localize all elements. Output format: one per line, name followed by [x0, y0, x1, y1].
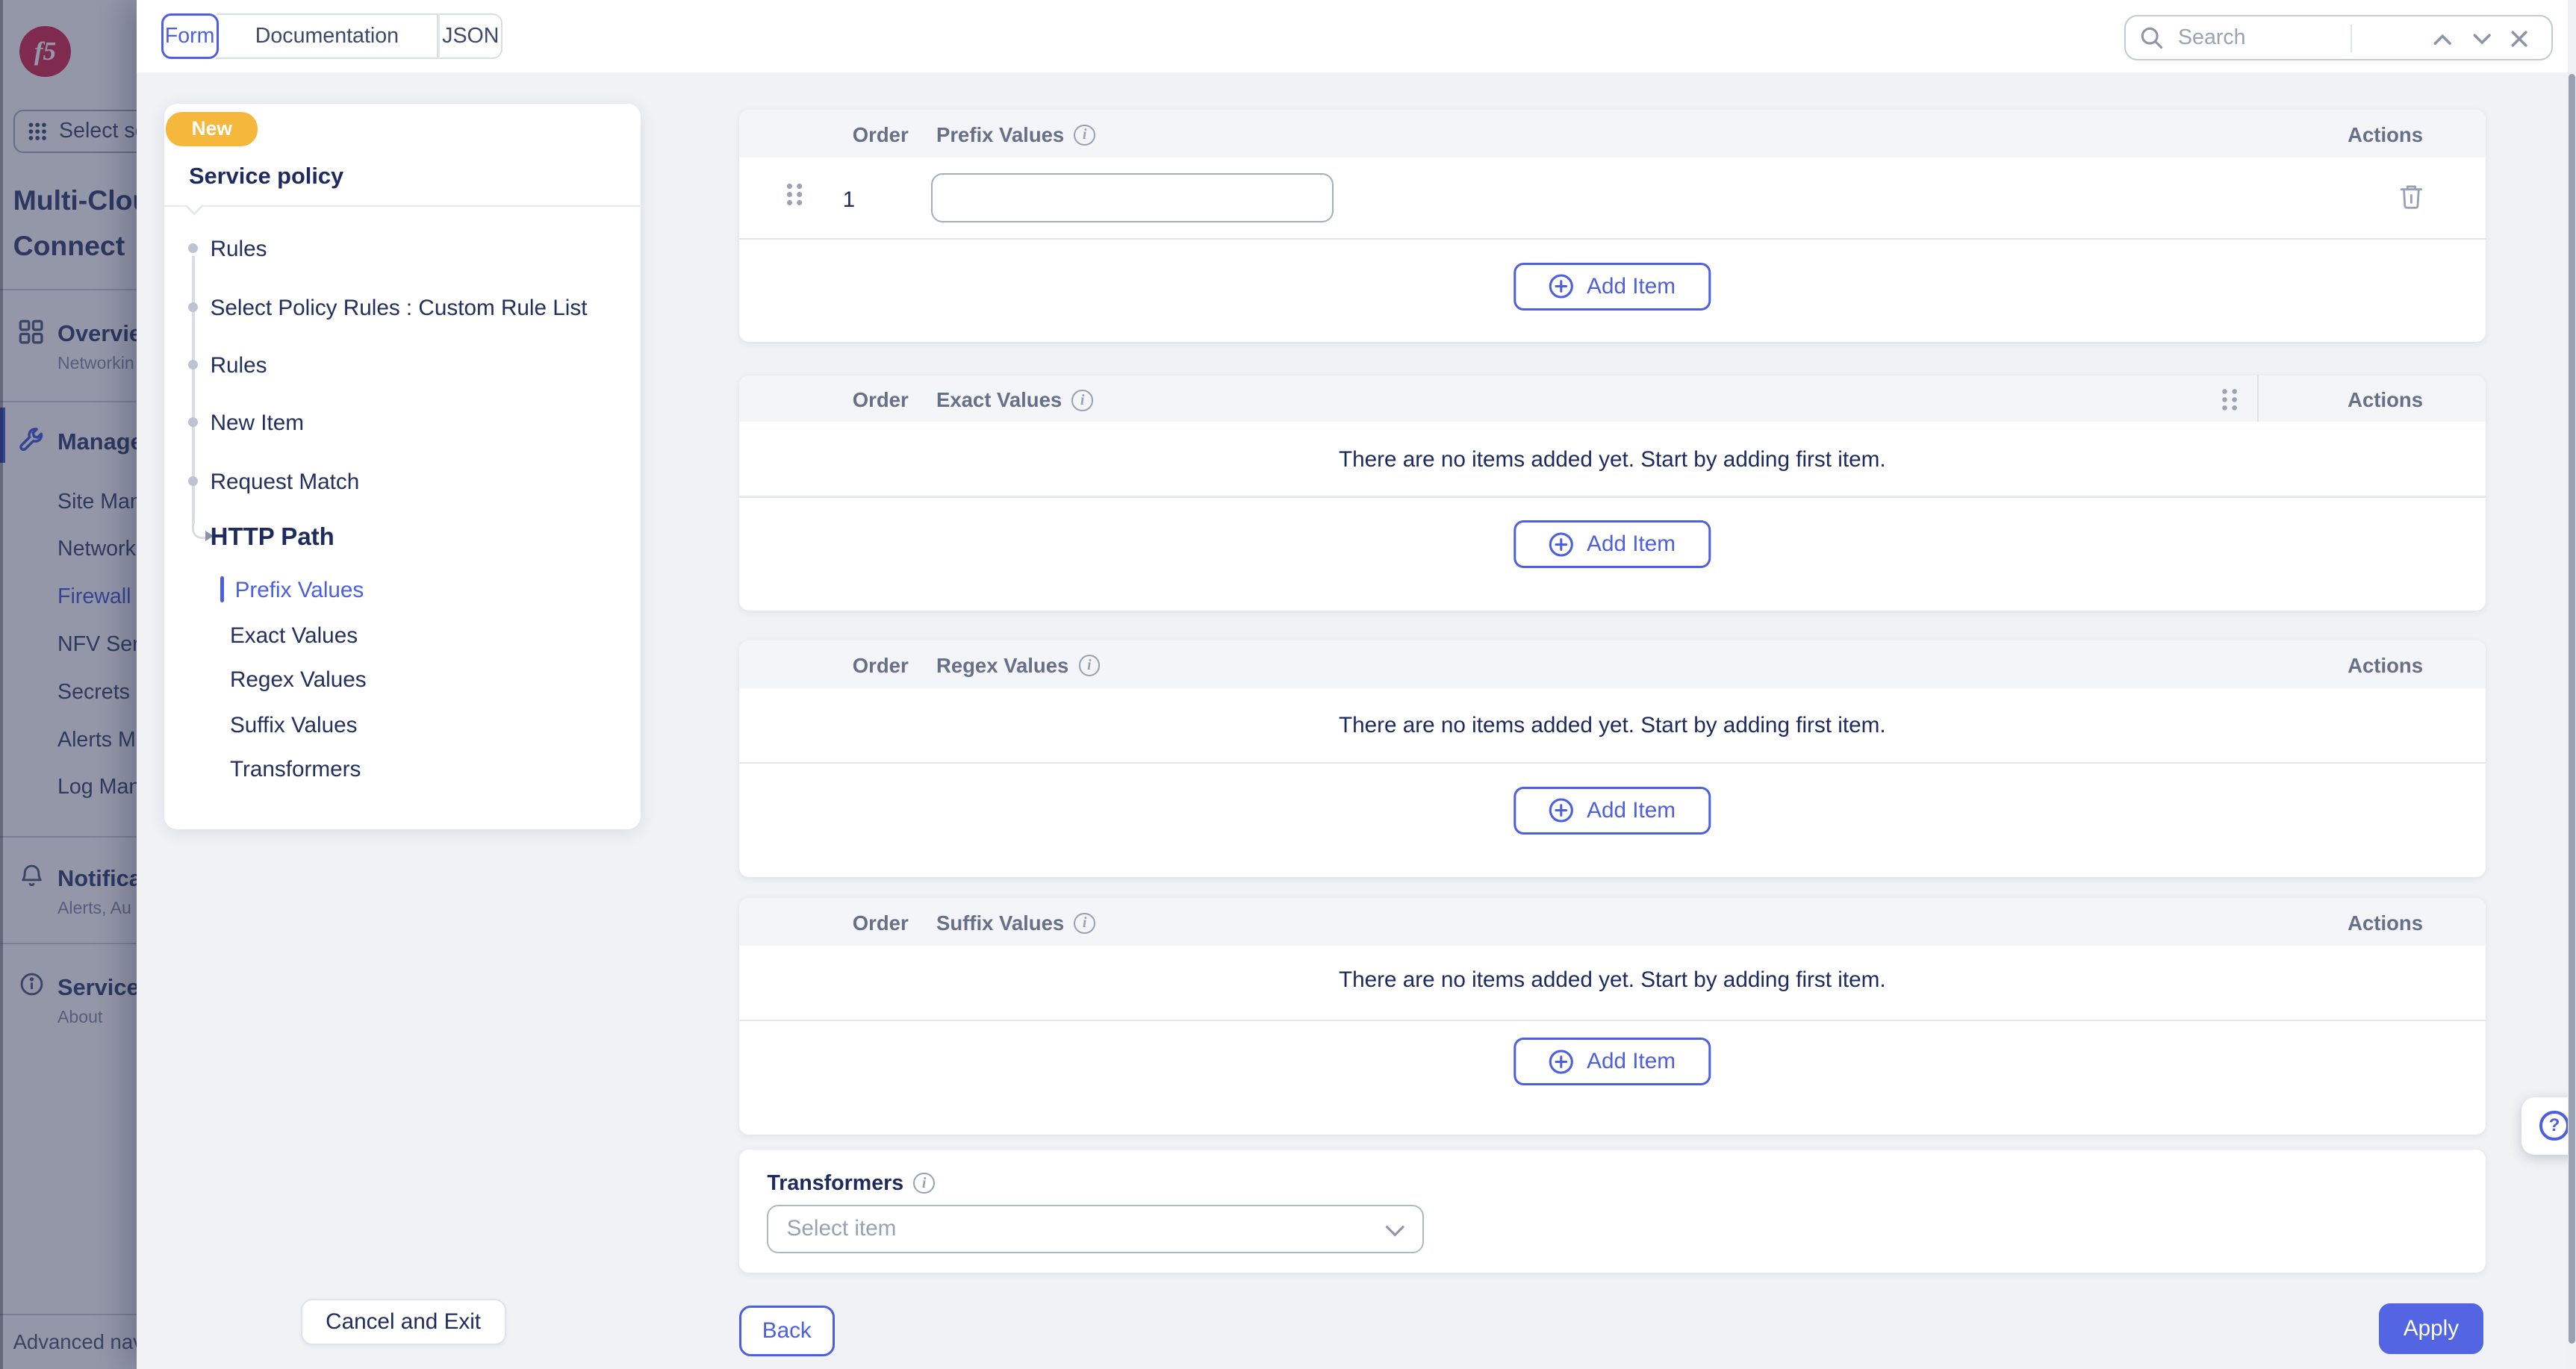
prefix-values-card: Order Prefix Values i Actions 1 [739, 110, 2486, 341]
page-title: Service policy [189, 163, 343, 190]
prefix-value-input[interactable] [931, 173, 1334, 222]
substep-regex-values[interactable]: Regex Values [230, 667, 367, 693]
step-rules-1[interactable]: Rules [211, 237, 267, 262]
modal-main-area: Form Documentation JSON [137, 0, 2576, 1369]
step-select-policy-rules[interactable]: Select Policy Rules : Custom Rule List [211, 296, 588, 321]
suffix-values-card: Order Suffix Values i Actions There are … [739, 898, 2486, 1135]
exact-values-card: Order Exact Values i Actions There are n… [739, 375, 2486, 611]
column-header-regex-values: Regex Values i [936, 654, 1100, 678]
add-item-button[interactable]: Add Item [1514, 520, 1711, 568]
step-request-match[interactable]: Request Match [211, 470, 360, 495]
window-edge [0, 0, 3, 1369]
transformers-card: Transformers i Select item [739, 1150, 2486, 1273]
transformers-label: Transformers i [767, 1171, 935, 1196]
row-divider [739, 238, 2486, 240]
wizard-panel: New Service policy Rules Select Policy R… [164, 104, 641, 829]
tab-documentation[interactable]: Documentation [217, 13, 438, 60]
select-placeholder: Select item [787, 1216, 897, 1241]
form-content: New Service policy Rules Select Policy R… [137, 72, 2576, 1369]
substep-exact-values[interactable]: Exact Values [230, 623, 358, 649]
app-root: f5 Select se Multi-Clou Connect Overvie … [0, 0, 2576, 1369]
search-box[interactable] [2124, 15, 2553, 61]
regex-values-card: Order Regex Values i Actions There are n… [739, 640, 2486, 877]
search-input[interactable] [2175, 24, 2375, 52]
drag-handle-icon[interactable] [2221, 388, 2239, 411]
column-header-suffix-values: Suffix Values i [936, 911, 1095, 935]
modal-backdrop [0, 0, 137, 1369]
page-scrollbar[interactable] [2568, 0, 2576, 1369]
trash-icon[interactable] [2400, 184, 2423, 210]
empty-state-text: There are no items added yet. Start by a… [739, 447, 2486, 473]
table-header: Order Suffix Values i Actions [739, 898, 2486, 946]
active-substep-indicator [220, 576, 225, 602]
column-header-order: Order [853, 123, 909, 147]
column-header-order: Order [853, 911, 909, 935]
substep-transformers[interactable]: Transformers [230, 757, 361, 782]
step-dot [188, 476, 198, 486]
column-header-actions: Actions [2348, 654, 2423, 678]
column-header-actions: Actions [2348, 911, 2423, 935]
back-button[interactable]: Back [739, 1306, 835, 1356]
info-icon[interactable]: i [1074, 913, 1095, 935]
add-item-button[interactable]: Add Item [1514, 263, 1711, 311]
cancel-and-exit-button[interactable]: Cancel and Exit [301, 1299, 506, 1345]
transformers-select[interactable]: Select item [767, 1205, 1424, 1253]
scrollbar-thumb[interactable] [2569, 74, 2575, 1344]
column-header-actions: Actions [2348, 123, 2423, 147]
header-divider [2257, 375, 2259, 422]
collapse-caret-icon[interactable] [184, 196, 204, 216]
table-header: Order Regex Values i Actions [739, 640, 2486, 688]
step-dot [188, 360, 198, 369]
question-mark-icon: ? [2539, 1111, 2569, 1141]
app-sidebar: f5 Select se Multi-Clou Connect Overvie … [0, 0, 137, 1369]
step-new-item[interactable]: New Item [211, 411, 304, 436]
step-http-path[interactable]: HTTP Path [211, 523, 335, 551]
empty-state-text: There are no items added yet. Start by a… [739, 713, 2486, 738]
drag-handle-icon[interactable] [785, 182, 803, 207]
chevron-down-icon[interactable] [2471, 28, 2494, 51]
apply-button[interactable]: Apply [2379, 1303, 2484, 1354]
info-icon[interactable]: i [1071, 390, 1093, 411]
substep-suffix-values[interactable]: Suffix Values [230, 713, 358, 738]
row-order-value: 1 [843, 187, 856, 213]
step-rules-2[interactable]: Rules [211, 353, 267, 378]
add-item-button[interactable]: Add Item [1514, 787, 1711, 835]
row-divider [739, 762, 2486, 764]
add-item-button[interactable]: Add Item [1514, 1038, 1711, 1085]
substep-prefix-values[interactable]: Prefix Values [235, 578, 364, 603]
row-divider [739, 496, 2486, 497]
table-header: Order Prefix Values i Actions [739, 110, 2486, 158]
status-badge-new: New [166, 112, 258, 146]
chevron-down-icon [1385, 1217, 1404, 1237]
info-icon[interactable]: i [1079, 655, 1101, 676]
close-icon[interactable] [2508, 28, 2531, 51]
chevron-up-icon[interactable] [2431, 28, 2454, 51]
step-dot [188, 243, 198, 253]
step-dot [188, 417, 198, 427]
tab-form[interactable]: Form [161, 13, 219, 60]
modal-topbar: Form Documentation JSON [137, 0, 2576, 72]
step-dot [188, 302, 198, 312]
tab-json[interactable]: JSON [438, 13, 503, 60]
info-icon[interactable]: i [1074, 125, 1095, 146]
table-header: Order Exact Values i Actions [739, 375, 2486, 422]
column-header-prefix-values: Prefix Values i [936, 123, 1095, 147]
search-icon [2140, 26, 2163, 49]
info-icon[interactable]: i [913, 1173, 935, 1194]
column-header-order: Order [853, 654, 909, 678]
column-header-actions: Actions [2348, 388, 2423, 412]
column-header-exact-values: Exact Values i [936, 388, 1093, 412]
stepper-rail-corner [192, 524, 205, 540]
search-divider [2351, 25, 2352, 52]
empty-state-text: There are no items added yet. Start by a… [739, 967, 2486, 993]
row-divider [739, 1020, 2486, 1021]
wizard-divider [164, 205, 641, 207]
column-header-order: Order [853, 388, 909, 412]
